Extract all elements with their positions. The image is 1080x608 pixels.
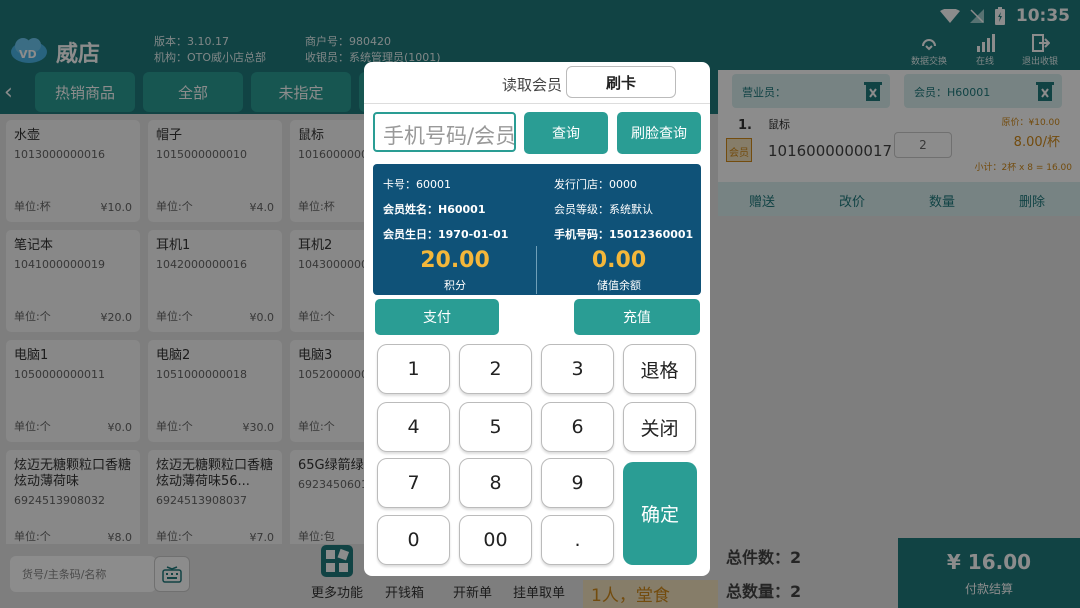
balance-value: 0.00 <box>591 248 647 273</box>
backspace-key[interactable]: 退格 <box>623 344 696 394</box>
key-1[interactable]: 1 <box>377 344 450 394</box>
close-key[interactable]: 关闭 <box>623 402 696 452</box>
phone-card-input[interactable]: 手机号码/会员卡号 <box>373 112 516 152</box>
key-9[interactable]: 9 <box>541 458 614 508</box>
member-level: 会员等级：系统默认 <box>554 203 653 216</box>
member-name: 会员姓名：H60001 <box>383 203 486 216</box>
points-value: 20.00 <box>420 248 490 273</box>
key-4[interactable]: 4 <box>377 402 450 452</box>
query-button[interactable]: 查询 <box>524 112 608 154</box>
card-number: 卡号：60001 <box>383 178 451 191</box>
key-5[interactable]: 5 <box>459 402 532 452</box>
member-dialog: 读取会员 刷卡 手机号码/会员卡号 查询 刷脸查询 卡号：60001 发行门店：… <box>364 62 710 576</box>
member-phone: 手机号码：15012360001 <box>554 228 694 241</box>
member-birthday: 会员生日：1970-01-01 <box>383 228 509 241</box>
issue-store: 发行门店：0000 <box>554 178 637 191</box>
key-8[interactable]: 8 <box>459 458 532 508</box>
face-query-button[interactable]: 刷脸查询 <box>617 112 701 154</box>
balance-label: 储值余额 <box>597 279 641 292</box>
tab-read-member[interactable]: 读取会员 <box>502 74 562 95</box>
member-info-panel: 卡号：60001 发行门店：0000 会员姓名：H60001 会员等级：系统默认… <box>373 164 701 295</box>
key-00[interactable]: 00 <box>459 515 532 565</box>
member-dialog-tabs: 读取会员 刷卡 <box>364 62 710 104</box>
tab-swipe-card[interactable]: 刷卡 <box>566 66 676 98</box>
points-label: 积分 <box>444 279 466 292</box>
key-dot[interactable]: . <box>541 515 614 565</box>
key-6[interactable]: 6 <box>541 402 614 452</box>
key-0[interactable]: 0 <box>377 515 450 565</box>
key-3[interactable]: 3 <box>541 344 614 394</box>
key-7[interactable]: 7 <box>377 458 450 508</box>
recharge-button[interactable]: 充值 <box>574 299 700 335</box>
pay-button[interactable]: 支付 <box>375 299 499 335</box>
key-2[interactable]: 2 <box>459 344 532 394</box>
confirm-key[interactable]: 确定 <box>623 462 697 565</box>
